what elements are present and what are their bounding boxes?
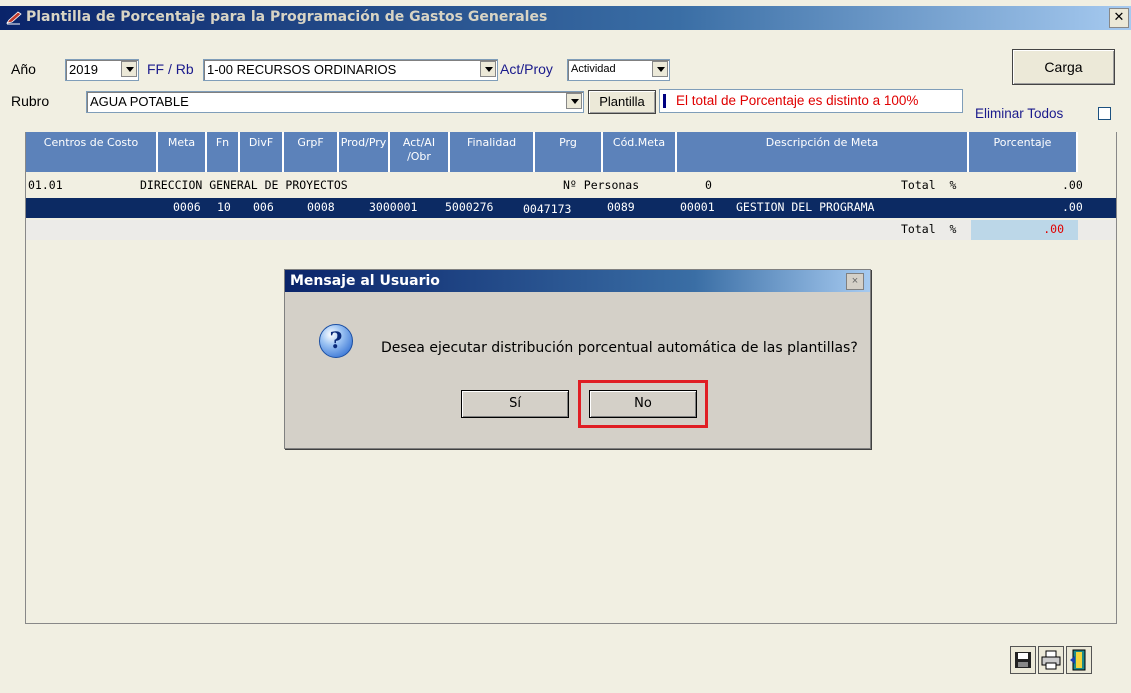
detail-prod: 3000001 — [369, 200, 418, 214]
col-grpf[interactable]: GrpF — [284, 132, 339, 172]
exit-door-icon — [1070, 649, 1086, 671]
group-total-label: Total % — [901, 178, 957, 192]
caret-icon — [663, 94, 666, 108]
detail-act: 5000276 — [445, 200, 494, 214]
chevron-down-icon[interactable] — [652, 61, 668, 77]
exit-button[interactable] — [1066, 646, 1092, 674]
col-finalidad[interactable]: Finalidad — [450, 132, 535, 172]
detail-fn: 10 — [217, 200, 231, 214]
yes-button[interactable]: Sí — [461, 390, 569, 418]
detail-porcentaje: .00 — [1062, 200, 1083, 214]
personas-label: Nº Personas — [563, 178, 640, 192]
floppy-disk-icon — [1015, 652, 1031, 668]
ffrb-value: 1-00 RECURSOS ORDINARIOS — [207, 62, 397, 77]
actproy-label: Act/Proy — [500, 61, 553, 77]
dialog-title: Mensaje al Usuario — [290, 273, 440, 289]
main-window: Plantilla de Porcentaje para la Programa… — [0, 0, 1131, 693]
chevron-down-icon[interactable] — [566, 93, 582, 109]
save-button[interactable] — [1010, 646, 1036, 674]
table-row-total: Total % .00 — [26, 220, 1116, 240]
col-cod-meta[interactable]: Cód.Meta — [603, 132, 677, 172]
col-meta[interactable]: Meta — [158, 132, 207, 172]
dialog-message: Desea ejecutar distribución porcentual a… — [381, 340, 858, 356]
rubro-value: AGUA POTABLE — [90, 94, 189, 109]
col-actaiobr[interactable]: Act/AI /Obr — [390, 132, 450, 172]
detail-meta: 0006 — [173, 200, 201, 214]
col-porcentaje[interactable]: Porcentaje — [969, 132, 1078, 172]
col-prodpry[interactable]: Prod/Pry — [339, 132, 390, 172]
table-row-group[interactable]: 01.01 DIRECCION GENERAL DE PROYECTOS Nº … — [26, 176, 1101, 194]
eliminar-todos-checkbox[interactable] — [1098, 107, 1111, 120]
eliminar-todos-label: Eliminar Todos — [975, 106, 1064, 121]
detail-grpf: 0008 — [307, 200, 335, 214]
group-total-value: .00 — [1062, 178, 1083, 192]
chevron-down-icon[interactable] — [121, 61, 137, 77]
detail-prg: 0089 — [607, 200, 635, 214]
print-button[interactable] — [1038, 646, 1064, 674]
col-centros-costo[interactable]: Centros de Costo — [26, 132, 158, 172]
dialog-title-bar: Mensaje al Usuario × — [285, 270, 870, 292]
col-descripcion[interactable]: Descripción de Meta — [677, 132, 969, 172]
group-name: DIRECCION GENERAL DE PROYECTOS — [140, 178, 348, 192]
chevron-down-icon[interactable] — [480, 61, 496, 77]
dialog-close-button[interactable]: × — [846, 273, 864, 290]
anio-select[interactable]: 2019 — [65, 59, 139, 81]
anio-value: 2019 — [69, 62, 98, 77]
detail-cod-meta: 00001 — [680, 200, 715, 214]
col-divf[interactable]: DivF — [240, 132, 284, 172]
plantilla-button[interactable]: Plantilla — [588, 90, 656, 114]
rubro-select[interactable]: AGUA POTABLE — [86, 91, 584, 113]
actproy-select[interactable]: Actividad — [567, 59, 670, 81]
message-dialog: Mensaje al Usuario × ? Desea ejecutar di… — [284, 269, 871, 449]
grid-header: Centros de Costo Meta Fn DivF GrpF Prod/… — [26, 132, 1116, 172]
question-icon: ? — [319, 324, 353, 358]
pencil-icon — [6, 11, 22, 25]
group-code: 01.01 — [28, 178, 63, 192]
detail-descripcion: GESTION DEL PROGRAMA — [736, 200, 875, 214]
close-window-button[interactable]: ✕ — [1109, 8, 1129, 28]
rubro-label: Rubro — [11, 93, 50, 109]
detail-divf: 006 — [253, 200, 274, 214]
ffrb-label: FF / Rb — [147, 61, 194, 77]
warning-box: El total de Porcentaje es distinto a 100… — [659, 89, 963, 113]
no-button-highlight — [578, 380, 708, 428]
ffrb-select[interactable]: 1-00 RECURSOS ORDINARIOS — [203, 59, 498, 81]
total-value-cell: .00 — [971, 220, 1078, 240]
title-bar: Plantilla de Porcentaje para la Programa… — [0, 6, 1131, 30]
carga-button[interactable]: Carga — [1012, 49, 1115, 85]
table-row-detail[interactable]: 0006 10 006 0008 3000001 5000276 0047173… — [26, 198, 1116, 218]
printer-icon — [1041, 650, 1061, 670]
col-prg[interactable]: Prg — [535, 132, 603, 172]
anio-label: Año — [11, 61, 36, 77]
actproy-value: Actividad — [571, 63, 616, 75]
window-title: Plantilla de Porcentaje para la Programa… — [26, 9, 548, 25]
total-value: .00 — [1043, 222, 1064, 236]
detail-finalidad: 0047173 — [523, 202, 572, 216]
personas-value: 0 — [705, 178, 712, 192]
col-fn[interactable]: Fn — [207, 132, 240, 172]
warning-text: El total de Porcentaje es distinto a 100… — [676, 93, 919, 108]
total-label: Total % — [901, 222, 957, 236]
